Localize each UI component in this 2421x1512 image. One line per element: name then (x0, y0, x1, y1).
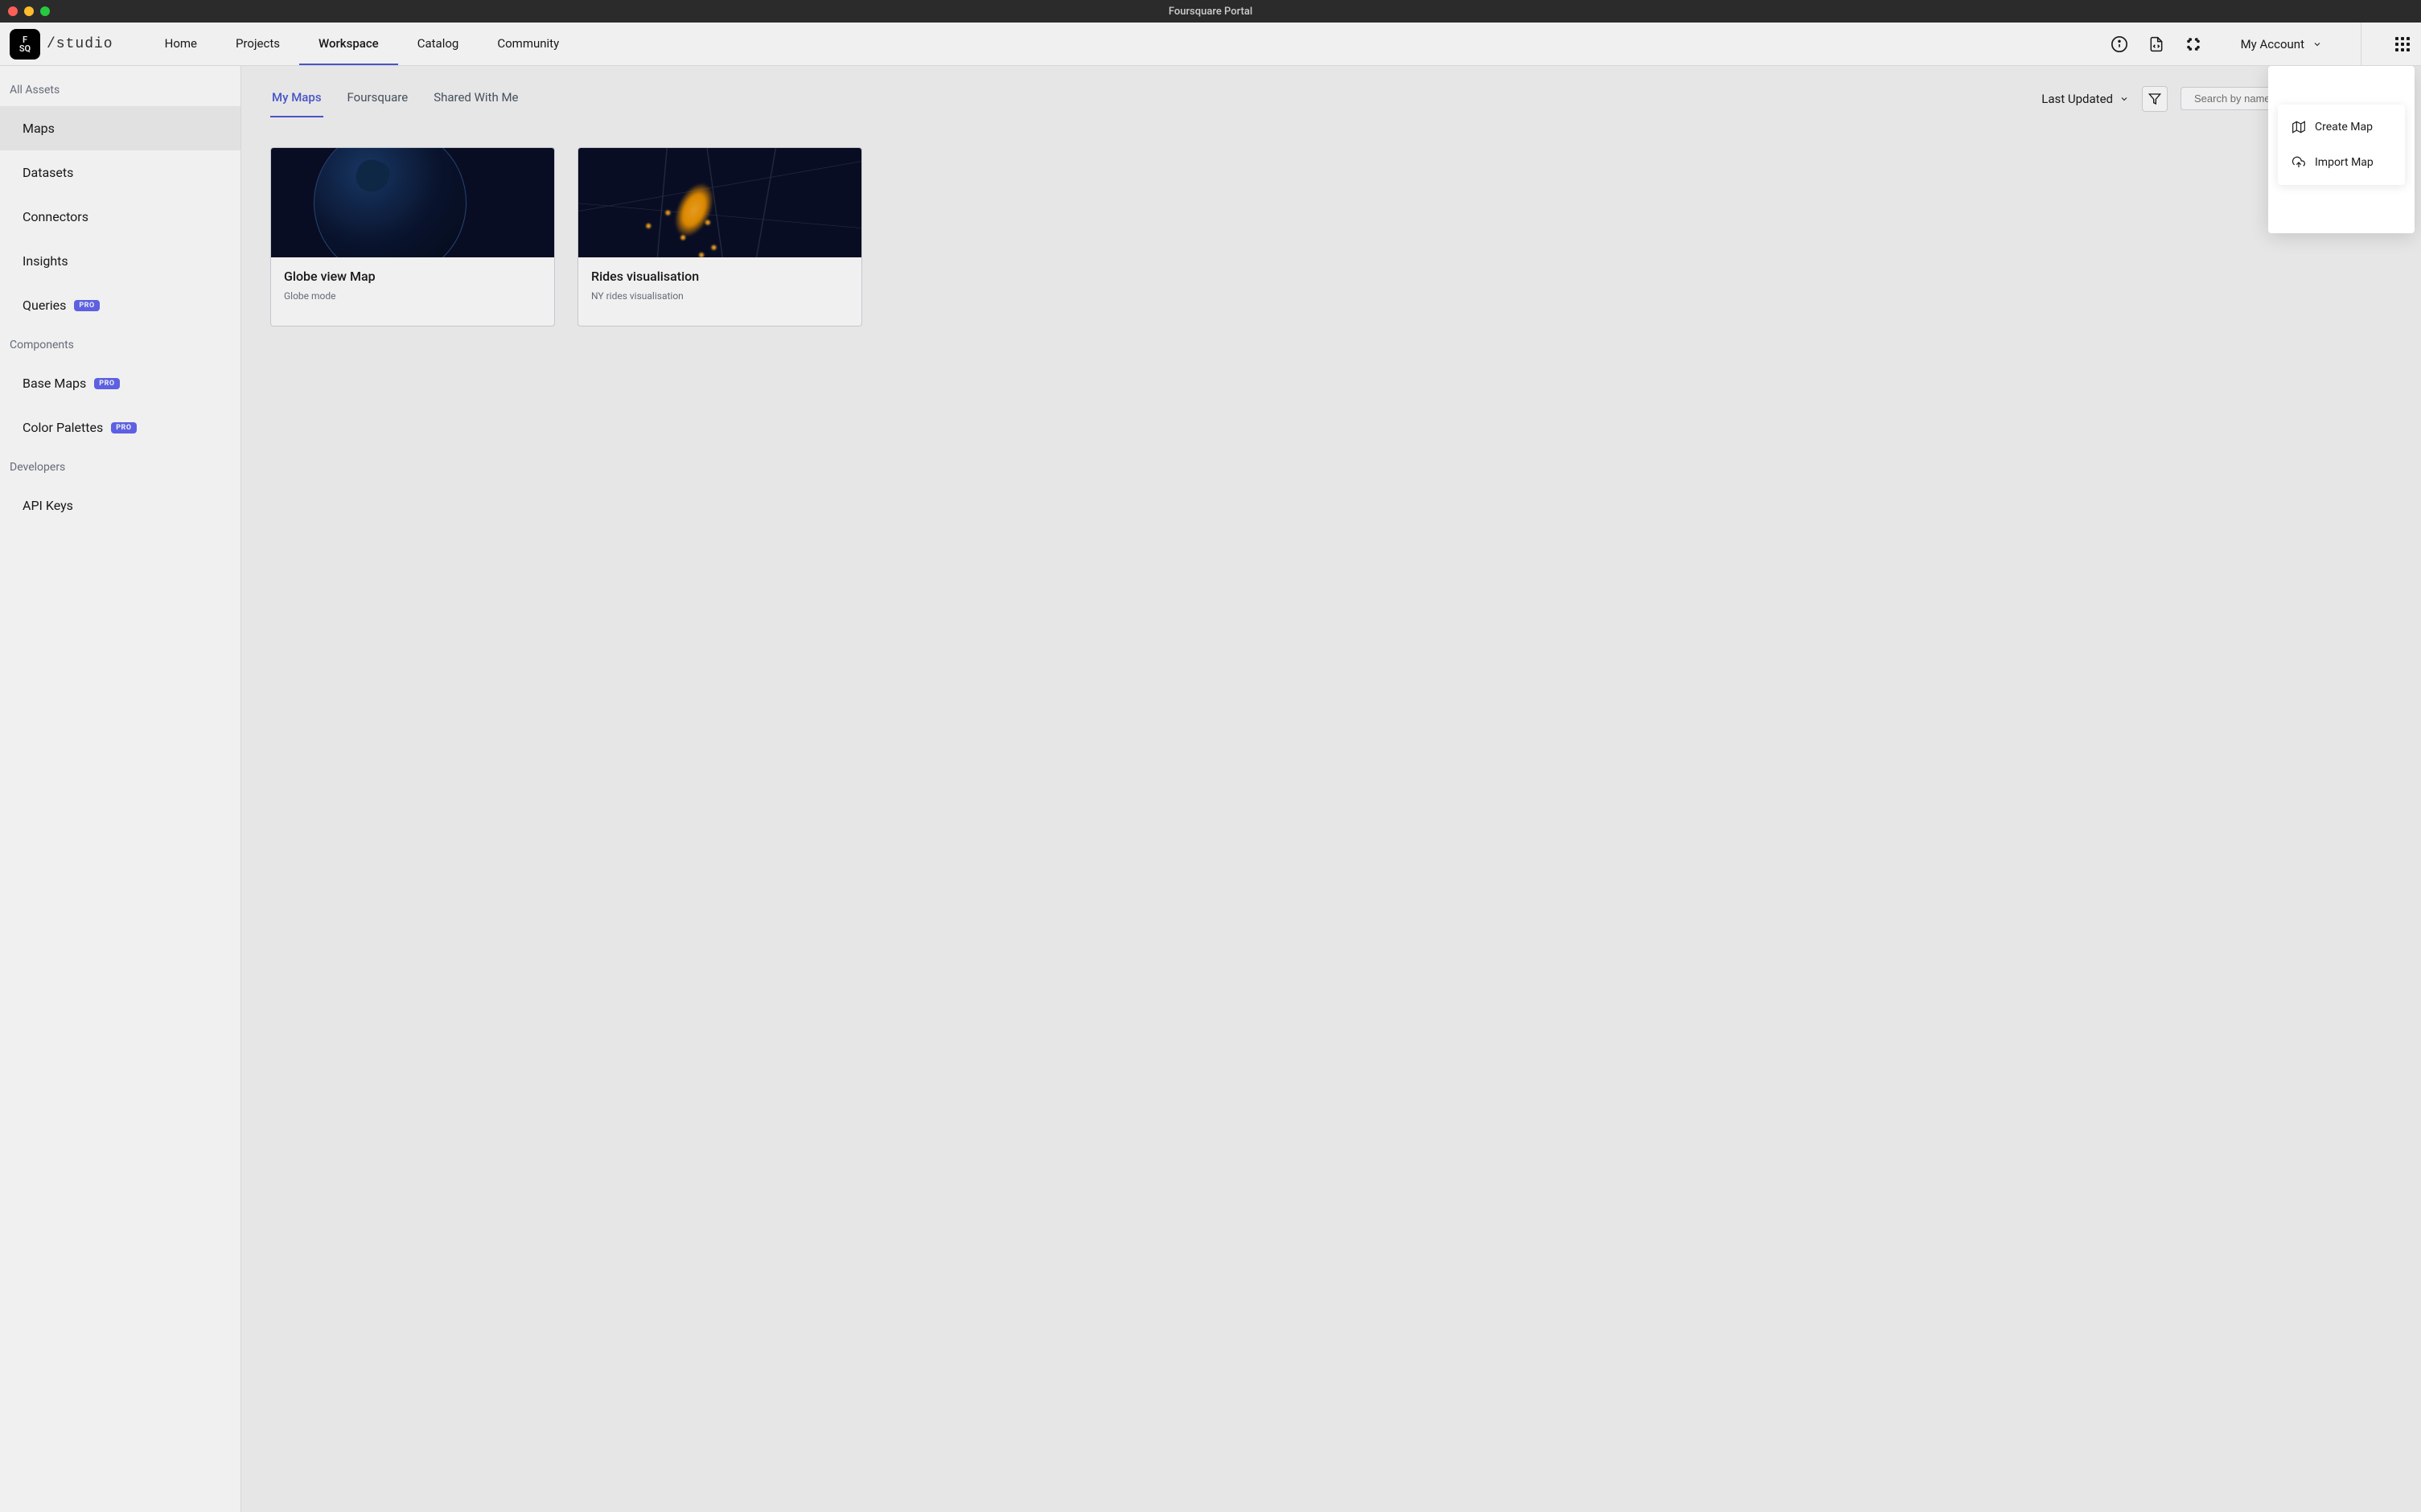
filter-button[interactable] (2142, 86, 2168, 112)
map-card[interactable]: Globe view Map Globe mode (270, 147, 555, 327)
sidebar-item-label: API Keys (23, 498, 73, 513)
account-label: My Account (2241, 37, 2304, 51)
code-file-icon[interactable] (2148, 35, 2165, 53)
sidebar-item-label: Color Palettes (23, 420, 103, 435)
sidebar-item-label: Base Maps (23, 376, 86, 391)
sidebar-item-label: Queries (23, 298, 66, 313)
card-thumbnail (578, 148, 861, 257)
account-dropdown[interactable]: My Account (2222, 37, 2322, 51)
sort-dropdown[interactable]: Last Updated (2041, 92, 2129, 106)
pro-badge: PRO (111, 422, 136, 433)
tab-foursquare[interactable]: Foursquare (346, 79, 410, 117)
sidebar-item-color-palettes[interactable]: Color Palettes PRO (0, 405, 240, 450)
chevron-down-icon (2312, 39, 2322, 49)
info-icon[interactable] (2111, 35, 2128, 53)
content-tabs: My Maps Foursquare Shared With Me (270, 79, 520, 118)
dropdown-import-map[interactable]: Import Map (2278, 145, 2405, 180)
tab-shared[interactable]: Shared With Me (432, 79, 520, 117)
add-dropdown-panel: Create Map Import Map (2268, 66, 2415, 233)
sidebar-item-label: Maps (23, 121, 55, 136)
nav-home[interactable]: Home (146, 23, 216, 65)
sidebar-item-maps[interactable]: Maps (0, 106, 240, 150)
pro-badge: PRO (94, 378, 119, 389)
sidebar: All Assets Maps Datasets Connectors Insi… (0, 66, 241, 1512)
globe-graphic (314, 148, 467, 257)
card-title: Rides visualisation (591, 269, 849, 284)
app-header: F SQ /studio Home Projects Workspace Cat… (0, 23, 2421, 66)
maximize-window-button[interactable] (40, 6, 50, 16)
nav-community[interactable]: Community (478, 23, 578, 65)
logo-line1: F (23, 35, 27, 44)
map-icon (2292, 121, 2305, 134)
dropdown-item-label: Create Map (2315, 121, 2373, 134)
logo-line2: SQ (19, 44, 31, 53)
card-body: Globe view Map Globe mode (271, 257, 554, 326)
window-title: Foursquare Portal (1169, 6, 1252, 18)
close-window-button[interactable] (8, 6, 18, 16)
sidebar-item-label: Connectors (23, 209, 88, 224)
nav-workspace[interactable]: Workspace (299, 23, 398, 65)
card-title: Globe view Map (284, 269, 541, 284)
roads-graphic (578, 148, 861, 257)
sidebar-item-insights[interactable]: Insights (0, 239, 240, 283)
sidebar-item-queries[interactable]: Queries PRO (0, 283, 240, 327)
header-right: My Account (2111, 23, 2411, 66)
nav-catalog[interactable]: Catalog (398, 23, 479, 65)
tab-my-maps[interactable]: My Maps (270, 79, 323, 117)
chevron-down-icon (2119, 94, 2129, 104)
sidebar-item-label: Insights (23, 253, 68, 269)
dropdown-create-map[interactable]: Create Map (2278, 109, 2405, 145)
minimize-window-button[interactable] (24, 6, 34, 16)
sidebar-item-api-keys[interactable]: API Keys (0, 483, 240, 528)
card-subtitle: Globe mode (284, 290, 541, 302)
card-body: Rides visualisation NY rides visualisati… (578, 257, 861, 326)
app-body: All Assets Maps Datasets Connectors Insi… (0, 66, 2421, 1512)
card-subtitle: NY rides visualisation (591, 290, 849, 302)
dropdown-menu: Create Map Import Map (2278, 105, 2405, 185)
main-nav: Home Projects Workspace Catalog Communit… (146, 23, 579, 65)
logo-text: /studio (47, 36, 113, 52)
filter-icon (2148, 92, 2161, 105)
nav-projects[interactable]: Projects (216, 23, 299, 65)
dropdown-item-label: Import Map (2315, 156, 2374, 169)
sidebar-section-developers: Developers (0, 450, 240, 483)
logo-mark: F SQ (10, 29, 40, 60)
apps-grid-icon[interactable] (2394, 35, 2411, 53)
sidebar-section-all-assets: All Assets (0, 72, 240, 106)
content-toolbar: My Maps Foursquare Shared With Me Last U… (270, 79, 2392, 118)
logo[interactable]: F SQ /studio (10, 29, 146, 60)
sidebar-item-datasets[interactable]: Datasets (0, 150, 240, 195)
cards-grid: Globe view Map Globe mode Rides visualis… (270, 147, 2392, 327)
card-thumbnail (271, 148, 554, 257)
upload-icon (2292, 156, 2305, 169)
sidebar-item-connectors[interactable]: Connectors (0, 195, 240, 239)
sidebar-item-label: Datasets (23, 165, 73, 180)
sort-label: Last Updated (2041, 92, 2113, 106)
traffic-lights (0, 6, 50, 16)
slack-icon[interactable] (2185, 35, 2202, 53)
map-card[interactable]: Rides visualisation NY rides visualisati… (578, 147, 862, 327)
main-content: My Maps Foursquare Shared With Me Last U… (241, 66, 2421, 1512)
sidebar-section-components: Components (0, 327, 240, 361)
pro-badge: PRO (74, 300, 99, 311)
window-titlebar: Foursquare Portal (0, 0, 2421, 23)
sidebar-item-base-maps[interactable]: Base Maps PRO (0, 361, 240, 405)
